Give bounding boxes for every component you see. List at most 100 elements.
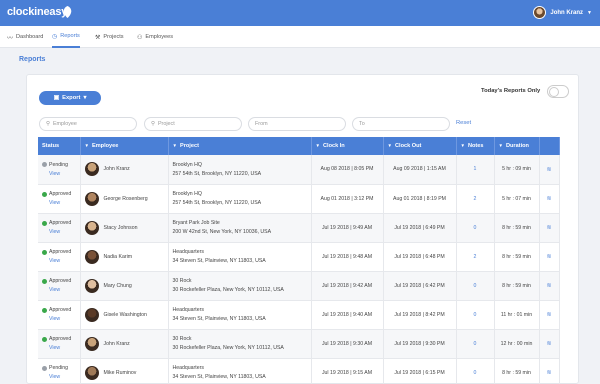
from-date-field[interactable]: From	[248, 117, 346, 131]
nav-employees[interactable]: ⚇ Employees	[137, 26, 173, 48]
project-filter[interactable]: ⚲ Project	[144, 117, 242, 131]
reset-button[interactable]: Reset	[456, 120, 471, 126]
notes-count[interactable]: 0	[456, 358, 495, 384]
chevron-down-icon: ▼	[587, 9, 592, 16]
table-row[interactable]: Approved View Nadia Karim Headquarters 34 St…	[38, 242, 560, 271]
project-cell: Headquarters 34 Steven St, Plainview, NY …	[168, 358, 312, 384]
header-clock-out[interactable]: ▼ Clock Out	[383, 137, 457, 155]
view-link[interactable]: View	[49, 200, 79, 206]
employee-cell: John Kranz	[80, 155, 169, 184]
clock-in-cell: Jul 19 2018 | 9:30 AM	[311, 329, 384, 358]
today-reports-toggle[interactable]	[547, 85, 569, 98]
employee-name[interactable]: John Kranz	[104, 166, 130, 172]
view-link[interactable]: View	[49, 229, 79, 235]
layers-icon[interactable]: ≋	[539, 213, 560, 242]
to-date-field[interactable]: To	[352, 117, 450, 131]
notes-count[interactable]: 2	[456, 242, 495, 271]
view-link[interactable]: View	[49, 171, 79, 177]
notes-count[interactable]: 2	[456, 184, 495, 213]
project-filter-placeholder: Project	[157, 121, 175, 127]
view-link[interactable]: View	[49, 258, 79, 264]
sort-icon: ▼	[387, 143, 392, 148]
project-cell: Brooklyn HQ 257 54th St, Brooklyn, NY 112…	[168, 184, 312, 213]
reports-table: Status ▼ Employee ▼ Project ▼ Clock In ▼ Clo…	[38, 137, 560, 384]
duration-cell: 11 hr : 01 min	[494, 300, 540, 329]
status-text: Pending	[49, 365, 69, 371]
employee-name[interactable]: Mary Chung	[104, 283, 132, 289]
view-link[interactable]: View	[49, 316, 79, 322]
project-cell: Brooklyn HQ 257 54th St, Brooklyn, NY 112…	[168, 155, 312, 184]
clock-in-cell: Aug 01 2018 | 3:12 PM	[311, 184, 384, 213]
employee-filter[interactable]: ⚲ Employee	[39, 117, 137, 131]
employee-name[interactable]: Stacy Johnson	[104, 225, 138, 231]
employee-name[interactable]: George Rosenberg	[104, 196, 148, 202]
project-address: 200 W 42nd St, New York, NY 10036, USA	[172, 229, 272, 235]
view-link[interactable]: View	[49, 287, 79, 293]
clock-out-cell: Aug 01 2018 | 8:19 PM	[383, 184, 457, 213]
employee-cell: Stacy Johnson	[80, 213, 169, 242]
search-icon: ⚲	[151, 121, 155, 127]
project-name: 30 Rock	[172, 278, 192, 284]
table-row[interactable]: Approved View Gisele Washington Headquarter…	[38, 300, 560, 329]
status-cell: Pending View	[38, 155, 81, 184]
table-row[interactable]: Approved View Mary Chung 30 Rock 30 Rockefel…	[38, 271, 560, 300]
avatar	[84, 191, 99, 206]
header-notes[interactable]: ▼ Notes	[456, 137, 495, 155]
notes-count[interactable]: 0	[456, 300, 495, 329]
notes-count[interactable]: 1	[456, 155, 495, 184]
header-status[interactable]: Status	[38, 137, 81, 155]
layers-icon[interactable]: ≋	[539, 329, 560, 358]
nav-projects[interactable]: ⚒ Projects	[95, 26, 124, 48]
toggle-knob	[549, 87, 559, 97]
project-address: 34 Steven St, Plainview, NY 11803, USA	[172, 258, 266, 264]
header-clock-in[interactable]: ▼ Clock In	[311, 137, 384, 155]
layers-icon[interactable]: ≋	[539, 184, 560, 213]
project-cell: 30 Rock 30 Rockefeller Plaza, New York, N…	[168, 271, 312, 300]
table-row[interactable]: Approved View George Rosenberg Brooklyn HQ 2…	[38, 184, 560, 213]
notes-count[interactable]: 0	[456, 213, 495, 242]
project-name: Headquarters	[172, 307, 204, 313]
project-address: 34 Steven St, Plainview, NY 11803, USA	[172, 316, 266, 322]
table-row[interactable]: Pending View John Kranz Brooklyn HQ 257 54th…	[38, 155, 560, 184]
layers-icon[interactable]: ≋	[539, 242, 560, 271]
export-label: Export	[62, 95, 81, 101]
employee-name[interactable]: Gisele Washington	[104, 312, 147, 318]
layers-icon[interactable]: ≋	[539, 155, 560, 184]
project-address: 30 Rockefeller Plaza, New York, NY 10112…	[172, 287, 284, 293]
table-row[interactable]: Approved View Stacy Johnson Bryant Park Job…	[38, 213, 560, 242]
main-nav: 〰 Dashboard ◷ Reports ⚒ Projects ⚇ Emplo…	[0, 26, 600, 48]
employee-name[interactable]: Mike Ruminov	[104, 370, 137, 376]
sort-icon: ▼	[460, 143, 465, 148]
employee-cell: Gisele Washington	[80, 300, 169, 329]
app-logo[interactable]: clockineasy	[7, 6, 67, 18]
table-row[interactable]: Approved View John Kranz 30 Rock 30 Rockefel…	[38, 329, 560, 358]
layers-icon[interactable]: ≋	[539, 300, 560, 329]
nav-reports[interactable]: ◷ Reports	[52, 26, 80, 48]
employee-name[interactable]: John Kranz	[104, 341, 130, 347]
project-name: Brooklyn HQ	[172, 161, 202, 168]
employee-name[interactable]: Nadia Karim	[104, 254, 133, 260]
export-button[interactable]: ▣ Export ▾	[39, 91, 101, 105]
status-cell: Approved View	[38, 213, 81, 242]
avatar	[84, 278, 99, 293]
notes-count[interactable]: 0	[456, 271, 495, 300]
header-duration[interactable]: ▼ Duration	[494, 137, 540, 155]
layers-icon[interactable]: ≋	[539, 358, 560, 384]
clock-out-cell: Jul 19 2018 | 6:49 PM	[383, 213, 457, 242]
header-employee[interactable]: ▼ Employee	[80, 137, 169, 155]
duration-cell: 8 hr : 59 min	[494, 358, 540, 384]
table-row[interactable]: Pending View Mike Ruminov Headquarters 34 St…	[38, 358, 560, 384]
status-text: Approved	[49, 307, 72, 313]
logo-leaf-icon	[63, 6, 72, 18]
view-link[interactable]: View	[49, 345, 79, 351]
notes-count[interactable]: 0	[456, 329, 495, 358]
page-title: Reports	[19, 56, 46, 63]
nav-label: Dashboard	[16, 34, 44, 40]
nav-dashboard[interactable]: 〰 Dashboard	[7, 26, 43, 48]
status-text: Approved	[49, 249, 72, 255]
header-project[interactable]: ▼ Project	[168, 137, 312, 155]
layers-icon[interactable]: ≋	[539, 271, 560, 300]
status-cell: Approved View	[38, 329, 81, 358]
view-link[interactable]: View	[49, 374, 79, 380]
user-menu[interactable]: John Kranz ▼	[533, 6, 592, 19]
